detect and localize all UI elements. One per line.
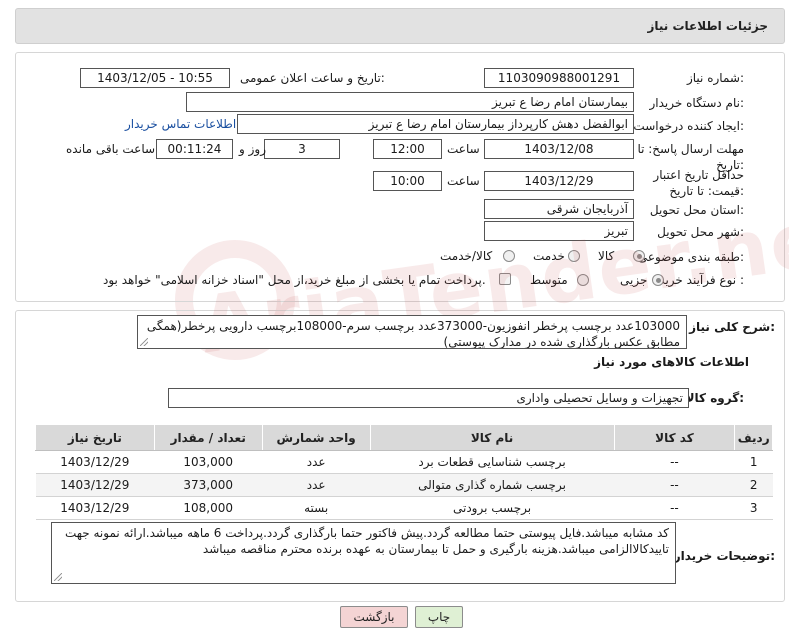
- category-label: طبقه بندی موضوعی:: [637, 250, 744, 264]
- purchase-type-radio-medium[interactable]: [577, 274, 589, 286]
- purchase-type-radio-minor[interactable]: [652, 274, 664, 286]
- description-text: 103000عدد برچسب پرخطر انفوزیون-373000عدد…: [146, 319, 680, 349]
- col-name-header: نام کالا: [369, 424, 615, 451]
- description-label: شرح کلی نیاز:: [689, 320, 775, 334]
- price-validity-time-field: 10:00: [373, 171, 442, 191]
- category-radio-goods-service[interactable]: [503, 250, 515, 262]
- col-code-header: کد کالا: [613, 424, 736, 451]
- cell-unit: بسته: [262, 496, 371, 520]
- cell-code: --: [614, 473, 735, 497]
- treasury-payment-checkbox[interactable]: [499, 273, 511, 285]
- cell-qty: 108,000: [154, 496, 263, 520]
- announce-datetime-field: 1403/12/05 - 10:55: [80, 68, 230, 88]
- reply-deadline-time-label: ساعت: [447, 142, 480, 156]
- need-number-label: شماره نیاز:: [686, 71, 744, 85]
- remaining-time-label: ساعت باقی مانده: [66, 142, 156, 156]
- cell-row: 1: [734, 450, 773, 474]
- delivery-city-label: شهر محل تحویل:: [657, 225, 744, 239]
- treasury-payment-note: پرداخت تمام یا بخشی از مبلغ خرید،از محل …: [103, 273, 486, 287]
- col-date-header: تاریخ نیاز: [35, 424, 155, 451]
- reply-deadline-time-field: 12:00: [373, 139, 442, 159]
- price-validity-time-label: ساعت: [447, 174, 480, 188]
- cell-unit: عدد: [262, 473, 371, 497]
- cell-name: برچسب شناسایی قطعات برد: [370, 450, 614, 474]
- buyer-notes-textarea: کد مشابه میباشد.فایل پیوستی حتما مطالعه …: [51, 522, 676, 584]
- category-option-goods: کالا: [598, 249, 615, 263]
- cell-qty: 103,000: [154, 450, 263, 474]
- remaining-time-field: 00:11:24: [156, 139, 233, 159]
- remaining-days-field: 3: [264, 139, 340, 159]
- buyer-notes-label: توضیحات خریدار:: [673, 549, 775, 563]
- price-validity-label: حداقل تاریخ اعتبار قیمت: تا تاریخ:: [653, 168, 744, 198]
- delivery-city-field: تبریز: [484, 221, 634, 241]
- buyer-org-field: بیمارستان امام رضا ع تبریز: [186, 92, 634, 112]
- description-textarea: 103000عدد برچسب پرخطر انفوزیون-373000عدد…: [137, 315, 687, 349]
- requester-field: ابوالفضل دهش کارپرداز بیمارستان امام رضا…: [237, 114, 634, 134]
- buyer-contact-link[interactable]: اطلاعات تماس خریدار: [125, 117, 236, 131]
- category-radio-goods[interactable]: [633, 250, 645, 262]
- goods-info-title: اطلاعات کالاهای مورد نیاز: [594, 355, 749, 369]
- cell-name: برچسب برودتی: [370, 496, 614, 520]
- reply-deadline-date-field: 1403/12/08: [484, 139, 634, 159]
- cell-date: 1403/12/29: [35, 450, 155, 474]
- cell-code: --: [614, 450, 735, 474]
- delivery-province-field: آذربایجان شرقی: [484, 199, 634, 219]
- table-row: 1 -- برچسب شناسایی قطعات برد عدد 103,000…: [35, 450, 773, 474]
- table-row: 3 -- برچسب برودتی بسته 108,000 1403/12/2…: [35, 496, 773, 520]
- cell-date: 1403/12/29: [35, 496, 155, 520]
- requester-label: ایجاد کننده درخواست:: [633, 119, 744, 133]
- resize-grip-icon[interactable]: [54, 573, 62, 581]
- goods-group-field: تجهیزات و وسایل تحصیلی واداری: [168, 388, 689, 408]
- cell-name: برچسب شماره گذاری متوالی: [370, 473, 614, 497]
- table-row: 2 -- برچسب شماره گذاری متوالی عدد 373,00…: [35, 473, 773, 497]
- page-title: جزئیات اطلاعات نیاز: [647, 19, 768, 33]
- category-option-service: خدمت: [533, 249, 565, 263]
- goods-group-label: گروه کالا:: [685, 391, 744, 405]
- purchase-type-option-minor: جزیی: [620, 273, 648, 287]
- category-option-goods-service: کالا/خدمت: [440, 249, 493, 263]
- delivery-province-label: استان محل تحویل:: [649, 203, 744, 217]
- resize-grip-icon[interactable]: [140, 338, 148, 346]
- price-validity-date-field: 1403/12/29: [484, 171, 634, 191]
- col-qty-header: تعداد / مقدار: [153, 424, 263, 451]
- announce-datetime-label: تاریخ و ساعت اعلان عمومی:: [240, 71, 385, 85]
- back-button[interactable]: بازگشت: [340, 606, 408, 628]
- cell-row: 2: [734, 473, 773, 497]
- purchase-type-option-medium: متوسط: [530, 273, 568, 287]
- need-number-field: 1103090988001291: [484, 68, 634, 88]
- purchase-type-label: نوع فرآیند خرید :: [659, 273, 744, 287]
- cell-unit: عدد: [262, 450, 371, 474]
- goods-table: ردیف کد کالا نام کالا واحد شمارش تعداد /…: [35, 424, 773, 520]
- category-radio-service[interactable]: [568, 250, 580, 262]
- col-unit-header: واحد شمارش: [261, 424, 371, 451]
- cell-date: 1403/12/29: [35, 473, 155, 497]
- buyer-org-label: نام دستگاه خریدار:: [649, 96, 745, 110]
- print-button[interactable]: چاپ: [415, 606, 463, 628]
- buyer-notes-text: کد مشابه میباشد.فایل پیوستی حتما مطالعه …: [64, 526, 669, 556]
- cell-qty: 373,000: [154, 473, 263, 497]
- col-row-header: ردیف: [734, 424, 773, 451]
- remaining-days-label: روز و: [239, 142, 266, 156]
- table-header-row: ردیف کد کالا نام کالا واحد شمارش تعداد /…: [35, 424, 773, 451]
- page-header: جزئیات اطلاعات نیاز: [15, 8, 785, 44]
- cell-row: 3: [734, 496, 773, 520]
- cell-code: --: [614, 496, 735, 520]
